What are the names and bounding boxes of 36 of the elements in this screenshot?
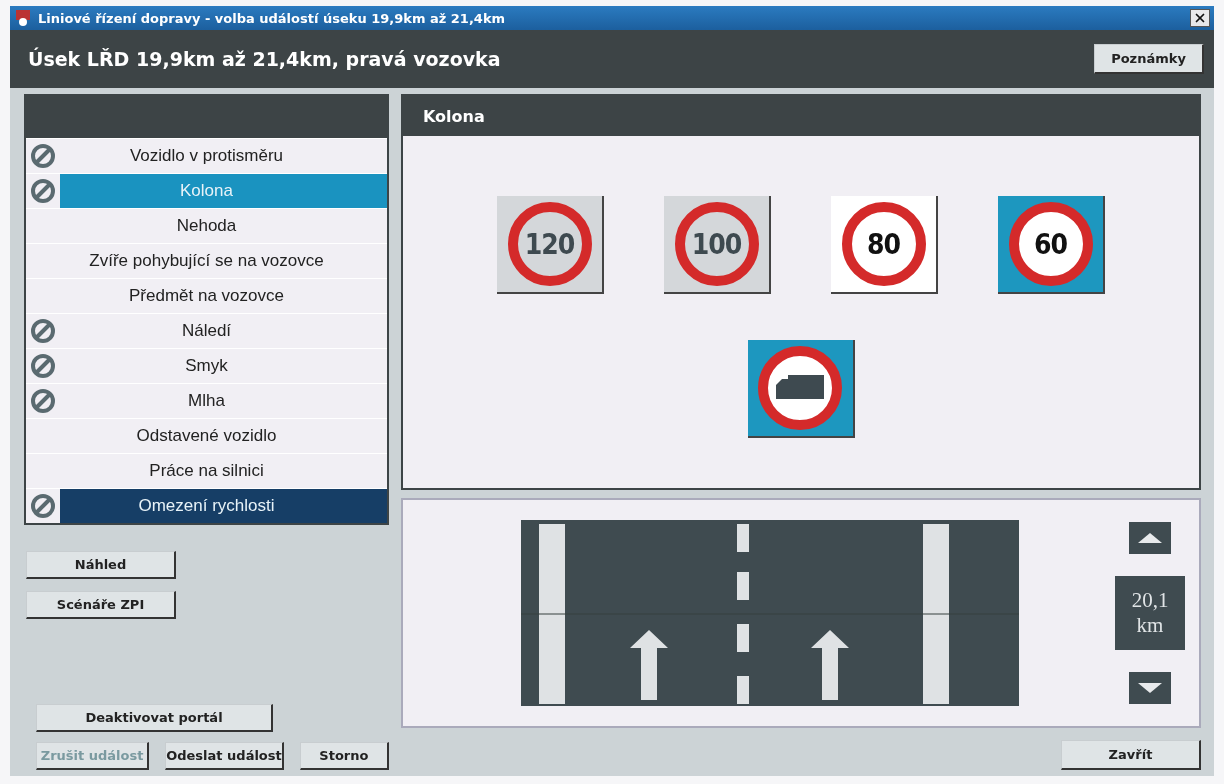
caret-down-icon [1136,681,1164,695]
close-button[interactable]: Zavřít [1061,740,1201,770]
up-button[interactable] [1129,522,1171,554]
no-trucks-sign[interactable] [747,340,855,438]
prohibited-icon [30,353,56,379]
prohibited-icon [30,388,56,414]
close-icon[interactable] [1190,9,1210,27]
prohibited-icon [30,318,56,344]
event-item[interactable]: Zvíře pohybující se na vozovce [26,243,387,278]
action-button[interactable]: Odeslat událost [165,742,284,770]
event-item[interactable]: Smyk [26,348,387,383]
deactivate-button[interactable]: Deaktivovat portál [36,704,273,732]
caret-up-icon [1136,531,1164,545]
speed-limit-sign[interactable]: 80 [831,196,938,294]
window-title: Liniové řízení dopravy - volba událostí úseku 19,9km až 21,4km [38,10,507,26]
side-button[interactable]: Náhled [26,551,176,579]
down-button[interactable] [1129,672,1171,704]
section-title: Úsek LŘD 19,9km až 21,4km, pravá vozovka [28,48,501,70]
prohibited-icon [30,178,56,204]
action-button[interactable]: Storno [299,742,389,770]
event-item[interactable]: Nehoda [26,208,387,243]
event-item[interactable]: Mlha [26,383,387,418]
event-item[interactable]: Práce na silnici [26,453,387,488]
event-item[interactable]: Předmět na vozovce [26,278,387,313]
prohibited-icon [30,493,56,519]
speed-limit-sign[interactable]: 60 [998,196,1105,294]
position-value: 20,1 [1131,587,1169,613]
event-item[interactable]: Vozidlo v protisměru [26,138,387,173]
event-item[interactable]: Náledí [26,313,387,348]
prohibited-icon [30,143,56,169]
app-icon [14,9,32,27]
notes-button[interactable]: Poznámky [1094,44,1204,74]
event-item[interactable]: Odstavené vozidlo [26,418,387,453]
panel-title: Kolona [403,96,1199,136]
position-unit: km [1136,613,1164,639]
side-button[interactable]: Scénáře ZPI [26,591,176,619]
